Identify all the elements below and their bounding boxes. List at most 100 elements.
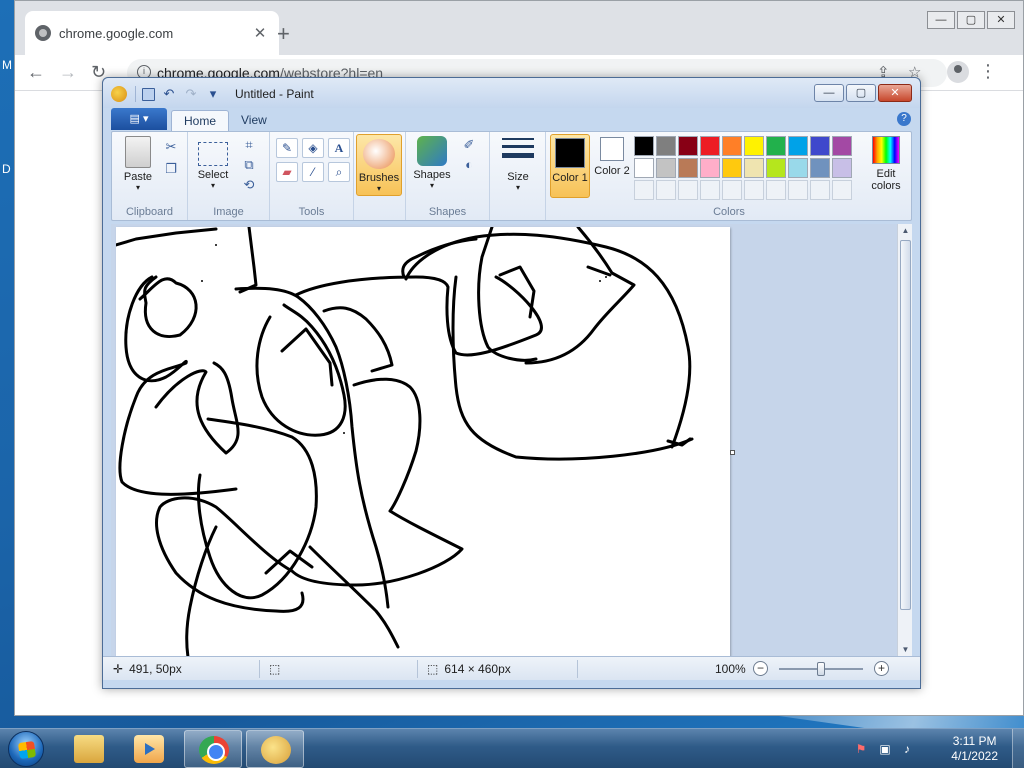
media-player-icon xyxy=(134,735,164,763)
custom-color-slot[interactable] xyxy=(678,180,698,200)
volume-icon[interactable]: ♪ xyxy=(900,742,914,756)
custom-color-slot[interactable] xyxy=(722,180,742,200)
pencil-icon[interactable]: ✎ xyxy=(276,138,298,158)
fill-bucket-icon[interactable]: ◈ xyxy=(302,138,324,158)
forward-arrow-icon[interactable]: → xyxy=(59,61,77,83)
palette-swatch[interactable] xyxy=(700,158,720,178)
tab-home[interactable]: Home xyxy=(171,110,230,132)
canvas-resize-handle[interactable] xyxy=(730,450,735,455)
paint-minimize-button[interactable]: — xyxy=(814,84,844,102)
tab-view[interactable]: View xyxy=(229,110,279,132)
zoom-out-button[interactable]: − xyxy=(753,661,768,676)
profile-avatar-icon[interactable] xyxy=(947,61,969,83)
custom-color-slot[interactable] xyxy=(832,180,852,200)
palette-swatch[interactable] xyxy=(832,136,852,156)
scroll-down-arrow-icon[interactable]: ▼ xyxy=(898,645,912,654)
brushes-button[interactable]: Brushes ▾ xyxy=(356,134,402,196)
browser-menu-icon[interactable]: ⋮ xyxy=(979,61,997,82)
paint-maximize-button[interactable]: ▢ xyxy=(846,84,876,102)
redo-icon[interactable]: ↷ xyxy=(183,86,199,102)
paint-close-button[interactable]: ✕ xyxy=(878,84,912,102)
custom-color-slot[interactable] xyxy=(634,180,654,200)
palette-swatch[interactable] xyxy=(744,136,764,156)
chrome-tab[interactable]: chrome.google.com ✕ xyxy=(25,11,279,55)
palette-swatch[interactable] xyxy=(744,158,764,178)
palette-swatch[interactable] xyxy=(766,136,786,156)
undo-icon[interactable]: ↶ xyxy=(161,86,177,102)
taskbar-paint[interactable] xyxy=(246,730,304,768)
taskbar-explorer[interactable] xyxy=(60,730,118,768)
help-icon[interactable]: ? xyxy=(897,112,911,126)
palette-swatch[interactable] xyxy=(678,136,698,156)
maximize-button[interactable]: ▢ xyxy=(957,11,985,29)
scroll-up-arrow-icon[interactable]: ▲ xyxy=(898,226,912,235)
palette-swatch[interactable] xyxy=(788,158,808,178)
action-center-flag-icon[interactable]: ⚑ xyxy=(854,742,868,756)
select-button[interactable]: Select ▾ xyxy=(194,136,232,190)
crop-icon[interactable]: ⌗ xyxy=(240,136,258,154)
palette-swatch[interactable] xyxy=(656,136,676,156)
tab-close-icon[interactable]: ✕ xyxy=(251,24,269,42)
color-picker-icon[interactable]: ⁄ xyxy=(302,162,324,182)
drawing-canvas[interactable] xyxy=(116,227,730,656)
paste-button[interactable]: Paste ▾ xyxy=(118,136,158,192)
show-desktop-button[interactable] xyxy=(1012,729,1024,768)
minimize-button[interactable]: — xyxy=(927,11,955,29)
customize-qat-icon[interactable]: ▾ xyxy=(205,86,221,102)
network-icon[interactable]: ▣ xyxy=(878,742,892,756)
custom-color-slot[interactable] xyxy=(766,180,786,200)
copy-icon[interactable]: ❐ xyxy=(162,160,180,178)
zoom-in-button[interactable]: + xyxy=(874,661,889,676)
palette-swatch[interactable] xyxy=(678,158,698,178)
paint-app-icon[interactable] xyxy=(111,86,127,102)
stroke xyxy=(586,265,612,277)
stroke xyxy=(401,237,478,279)
stroke xyxy=(451,275,694,461)
cut-icon[interactable]: ✂ xyxy=(162,138,180,156)
shapes-button[interactable]: Shapes ▾ xyxy=(412,136,452,190)
paint-window: ↶ ↷ ▾ Untitled - Paint — ▢ ✕ ▤ ▾ Home Vi… xyxy=(102,77,921,689)
save-icon[interactable] xyxy=(142,87,155,101)
text-icon[interactable]: A xyxy=(328,138,350,158)
close-button[interactable]: ✕ xyxy=(987,11,1015,29)
palette-swatch[interactable] xyxy=(634,136,654,156)
color1-button[interactable]: Color 1 xyxy=(550,134,590,198)
rotate-icon[interactable]: ⟲ xyxy=(240,176,258,194)
start-button[interactable] xyxy=(8,731,44,767)
statusbar-separator xyxy=(417,660,418,678)
custom-color-slot[interactable] xyxy=(656,180,676,200)
back-arrow-icon[interactable]: ← xyxy=(27,61,45,83)
resize-icon[interactable]: ⧉ xyxy=(240,156,258,174)
new-tab-button[interactable]: + xyxy=(277,23,290,45)
taskbar-chrome[interactable] xyxy=(184,730,242,768)
palette-swatch[interactable] xyxy=(766,158,786,178)
palette-swatch[interactable] xyxy=(722,158,742,178)
custom-color-slot[interactable] xyxy=(700,180,720,200)
paint-titlebar[interactable]: ↶ ↷ ▾ Untitled - Paint — ▢ ✕ xyxy=(103,78,920,108)
palette-swatch[interactable] xyxy=(656,158,676,178)
paint-file-menu-button[interactable]: ▤ ▾ xyxy=(111,108,167,130)
palette-swatch[interactable] xyxy=(722,136,742,156)
palette-swatch[interactable] xyxy=(810,136,830,156)
size-button[interactable]: Size ▾ xyxy=(498,136,538,192)
color2-button[interactable]: Color 2 xyxy=(592,134,632,198)
palette-swatch[interactable] xyxy=(700,136,720,156)
vertical-scrollbar[interactable]: ▲ ▼ xyxy=(897,224,912,656)
fill-icon[interactable]: ◐ xyxy=(460,156,478,174)
custom-color-slot[interactable] xyxy=(788,180,808,200)
custom-color-slot[interactable] xyxy=(744,180,764,200)
stroke xyxy=(280,327,334,387)
zoom-slider-thumb[interactable] xyxy=(817,662,825,676)
outline-icon[interactable]: ✐ xyxy=(460,136,478,154)
edit-colors-button[interactable]: Edit colors xyxy=(866,136,906,192)
palette-swatch[interactable] xyxy=(832,158,852,178)
custom-color-slot[interactable] xyxy=(810,180,830,200)
taskbar-media-player[interactable] xyxy=(120,730,178,768)
clock[interactable]: 3:11 PM 4/1/2022 xyxy=(951,734,998,764)
magnifier-icon[interactable]: ⌕ xyxy=(328,162,350,182)
scroll-thumb[interactable] xyxy=(900,240,911,610)
eraser-icon[interactable]: ▰ xyxy=(276,162,298,182)
palette-swatch[interactable] xyxy=(788,136,808,156)
palette-swatch[interactable] xyxy=(634,158,654,178)
palette-swatch[interactable] xyxy=(810,158,830,178)
